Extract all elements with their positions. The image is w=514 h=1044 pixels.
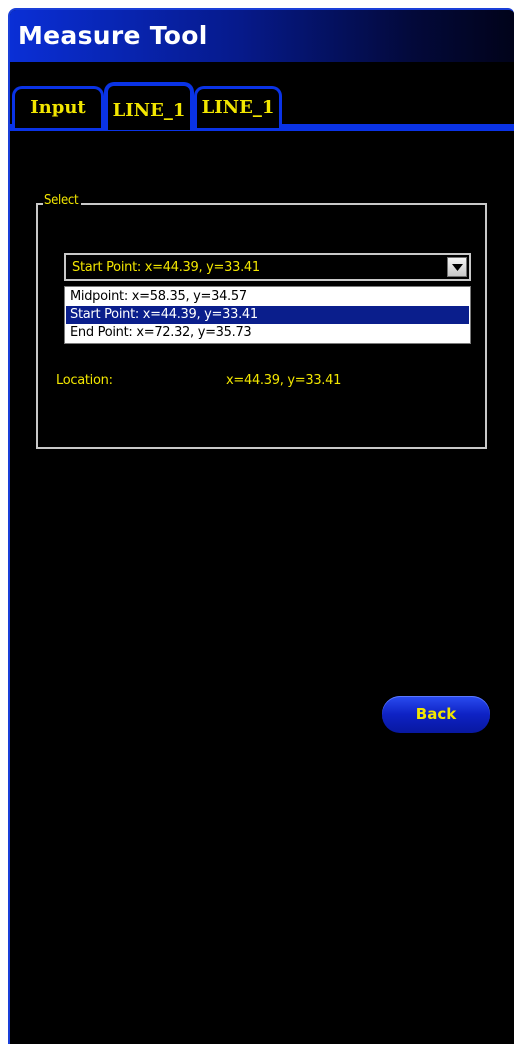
tab-line-1-second[interactable]: LINE_1	[194, 86, 282, 128]
combobox-dropdown-button[interactable]	[447, 257, 467, 277]
location-value: x=44.39, y=33.41	[226, 373, 342, 388]
option-midpoint[interactable]: Midpoint: x=58.35, y=34.57	[66, 288, 469, 306]
point-select-combobox[interactable]: Start Point: x=44.39, y=33.41	[64, 253, 471, 281]
tab-input[interactable]: Input	[12, 86, 104, 128]
title-bar: Measure Tool	[10, 10, 514, 62]
chevron-down-icon	[452, 264, 463, 271]
location-label: Location:	[56, 373, 113, 388]
measure-tool-panel: Measure Tool Input LINE_1 LINE_1 Select …	[8, 8, 514, 1044]
option-start-point[interactable]: Start Point: x=44.39, y=33.41	[66, 306, 469, 324]
point-select-dropdown-list: Midpoint: x=58.35, y=34.57 Start Point: …	[64, 286, 471, 344]
option-end-point[interactable]: End Point: x=72.32, y=35.73	[66, 324, 469, 342]
back-button[interactable]: Back	[382, 696, 490, 733]
tab-line-1-active[interactable]: LINE_1	[104, 82, 194, 130]
combobox-selected-value: Start Point: x=44.39, y=33.41	[72, 260, 260, 275]
select-group-legend: Select	[43, 193, 82, 208]
window-title: Measure Tool	[18, 21, 208, 50]
